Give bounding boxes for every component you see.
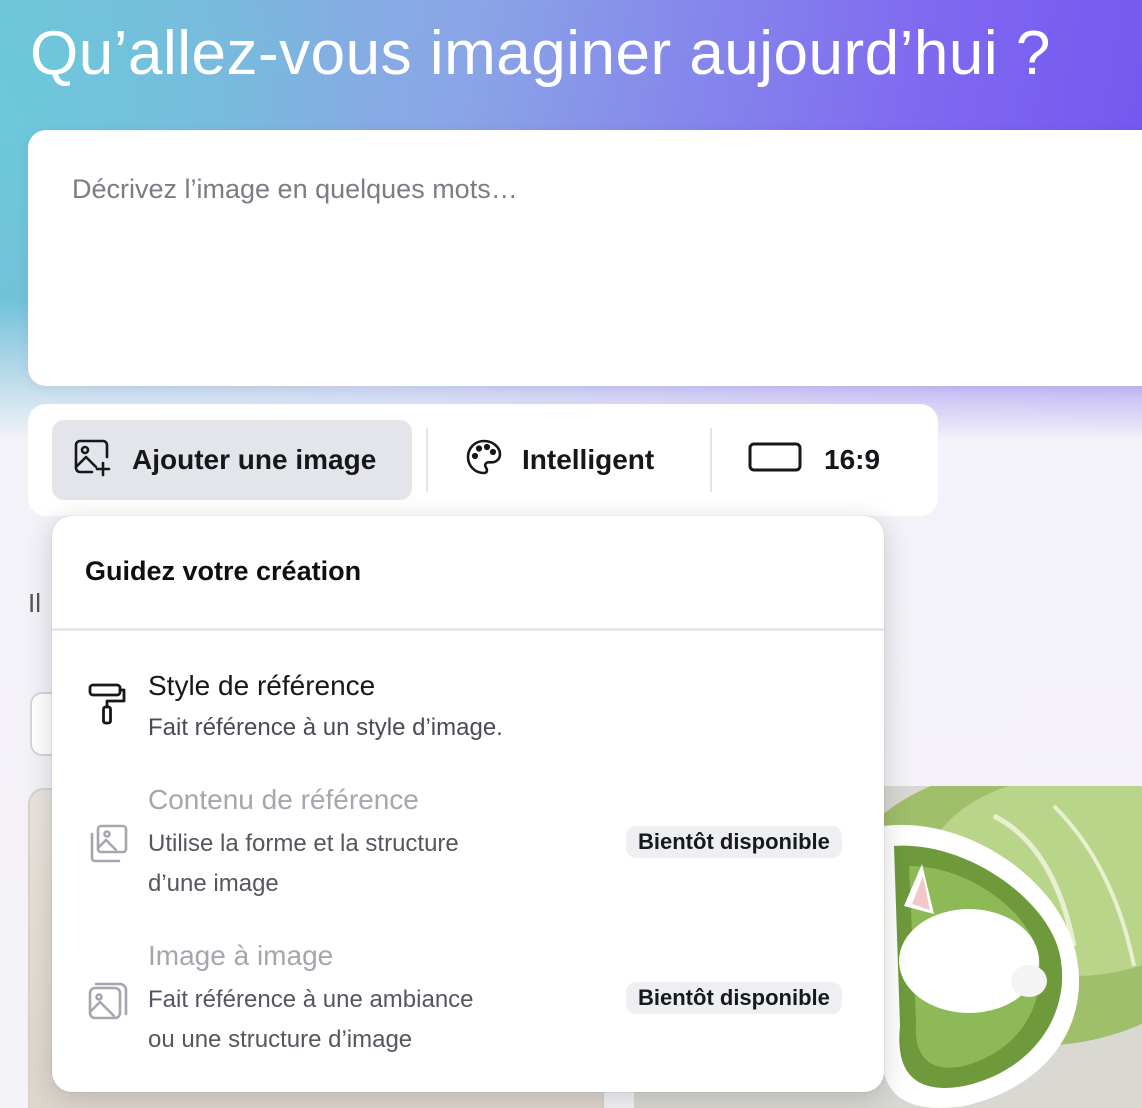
- aspect-ratio-button[interactable]: 16:9: [748, 420, 880, 500]
- palette-icon: [464, 437, 504, 484]
- menu-item-title: Image à image: [148, 940, 334, 971]
- image-copy-icon: [86, 978, 130, 1022]
- guide-creation-menu: Guidez votre création Style de référence…: [52, 516, 884, 1092]
- coming-soon-badge: Bientôt disponible: [626, 982, 842, 1014]
- menu-item-content-reference: Contenu de référence Utilise la forme et…: [52, 784, 884, 924]
- menu-divider: [52, 628, 884, 631]
- style-label: Intelligent: [522, 444, 655, 475]
- image-stack-icon: [86, 822, 130, 866]
- menu-item-style-reference[interactable]: Style de référence Fait référence à un s…: [52, 666, 884, 776]
- paint-roller-icon: [86, 682, 130, 726]
- prompt-input[interactable]: [70, 172, 1114, 356]
- toolbar-divider: [710, 428, 712, 492]
- generation-toolbar: Ajouter une image Intelligent 16:9: [28, 404, 938, 516]
- menu-item-title: Style de référence: [148, 670, 376, 701]
- page-title: Qu’allez-vous imaginer aujourd’hui ?: [30, 19, 1051, 88]
- menu-item-description-line1: Utilise la forme et la structure: [148, 830, 459, 857]
- add-image-icon: [72, 437, 112, 484]
- aspect-ratio-icon: [748, 441, 802, 480]
- menu-item-description: Fait référence à un style d’image.: [148, 714, 503, 741]
- menu-item-description-line2: ou une structure d’image: [148, 1026, 413, 1053]
- page: Qu’allez-vous imaginer aujourd’hui ? Ajo…: [0, 0, 1142, 1108]
- menu-item-description-line2: d’une image: [148, 870, 279, 897]
- menu-item-description-line1: Fait référence à une ambiance: [148, 986, 474, 1013]
- menu-title: Guidez votre création: [85, 556, 362, 586]
- add-image-label: Ajouter une image: [132, 444, 377, 475]
- add-image-button[interactable]: Ajouter une image: [52, 420, 412, 500]
- coming-soon-badge: Bientôt disponible: [626, 826, 842, 858]
- toolbar-divider: [426, 428, 428, 492]
- menu-item-title: Contenu de référence: [148, 784, 419, 815]
- menu-item-image-to-image: Image à image Fait référence à une ambia…: [52, 940, 884, 1080]
- aspect-ratio-label: 16:9: [824, 444, 881, 475]
- background-text: Il: [28, 588, 41, 618]
- prompt-box: [28, 130, 1142, 386]
- style-button[interactable]: Intelligent: [464, 420, 654, 500]
